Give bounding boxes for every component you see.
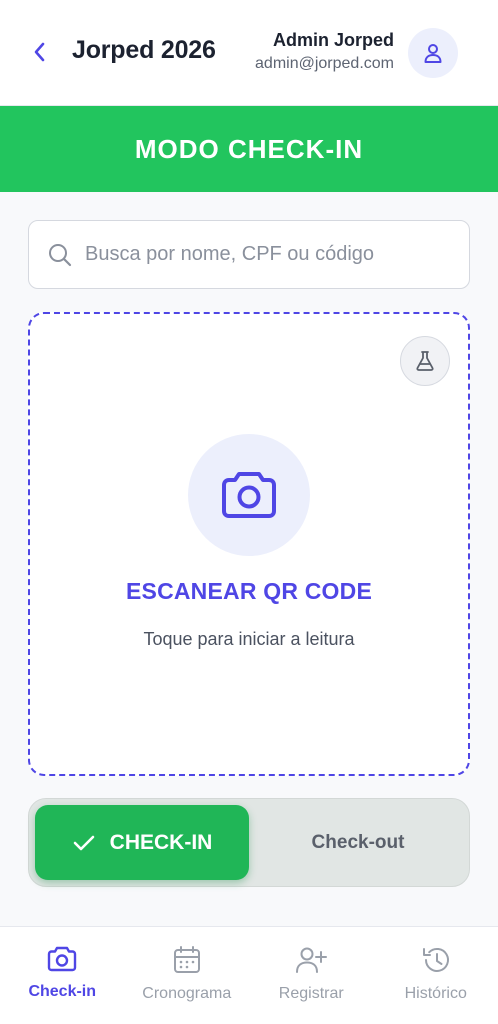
flask-icon: [416, 351, 434, 371]
calendar-icon: [173, 946, 200, 973]
history-icon: [422, 947, 449, 972]
user-plus-icon: [296, 947, 328, 973]
nav-item-cronograma[interactable]: Cronograma: [125, 927, 250, 1024]
search-icon: [49, 243, 72, 266]
user-email: admin@jorped.com: [255, 55, 394, 72]
nav-label-checkin: Check-in: [28, 983, 97, 1000]
nav-item-historico[interactable]: Histórico: [374, 927, 498, 1024]
app-header: Jorped 2026 Admin Jorped admin@jorped.co…: [0, 0, 498, 106]
nav-item-registrar[interactable]: Registrar: [249, 927, 374, 1024]
camera-icon: [222, 472, 276, 518]
test-mode-button[interactable]: [400, 336, 450, 386]
chevron-left-icon: [34, 42, 45, 62]
search-input[interactable]: [85, 243, 445, 266]
qr-scanner-area[interactable]: ESCANEAR QR CODE Toque para iniciar a le…: [28, 312, 470, 776]
scan-title: ESCANEAR QR CODE: [125, 578, 372, 604]
back-button[interactable]: [24, 36, 56, 68]
checkout-mode-label: Check-out: [311, 831, 405, 853]
camera-icon: [48, 946, 77, 972]
bottom-nav: Check-in Cronograma Registrar Histórico: [0, 926, 498, 1024]
mode-banner: MODO CHECK-IN: [0, 106, 498, 192]
avatar[interactable]: [408, 28, 458, 78]
user-name: Admin Jorped: [272, 30, 394, 50]
scan-subtitle: Toque para iniciar a leitura: [143, 629, 355, 649]
mode-toggle: CHECK-IN Check-out: [28, 798, 470, 887]
checkin-mode-label: CHECK-IN: [109, 830, 213, 854]
mode-banner-label: MODO CHECK-IN: [134, 133, 364, 164]
checkin-mode-button[interactable]: CHECK-IN: [35, 805, 249, 880]
camera-badge: [188, 434, 310, 556]
checkout-mode-button[interactable]: Check-out: [251, 805, 465, 880]
event-title: Jorped 2026: [72, 36, 216, 64]
nav-item-checkin[interactable]: Check-in: [0, 927, 125, 1024]
search-bar: [28, 220, 470, 289]
check-icon: [73, 835, 94, 850]
user-icon: [424, 44, 442, 63]
nav-label-historico: Histórico: [404, 985, 467, 1002]
nav-label-cronograma: Cronograma: [142, 985, 232, 1002]
nav-label-registrar: Registrar: [278, 985, 344, 1002]
